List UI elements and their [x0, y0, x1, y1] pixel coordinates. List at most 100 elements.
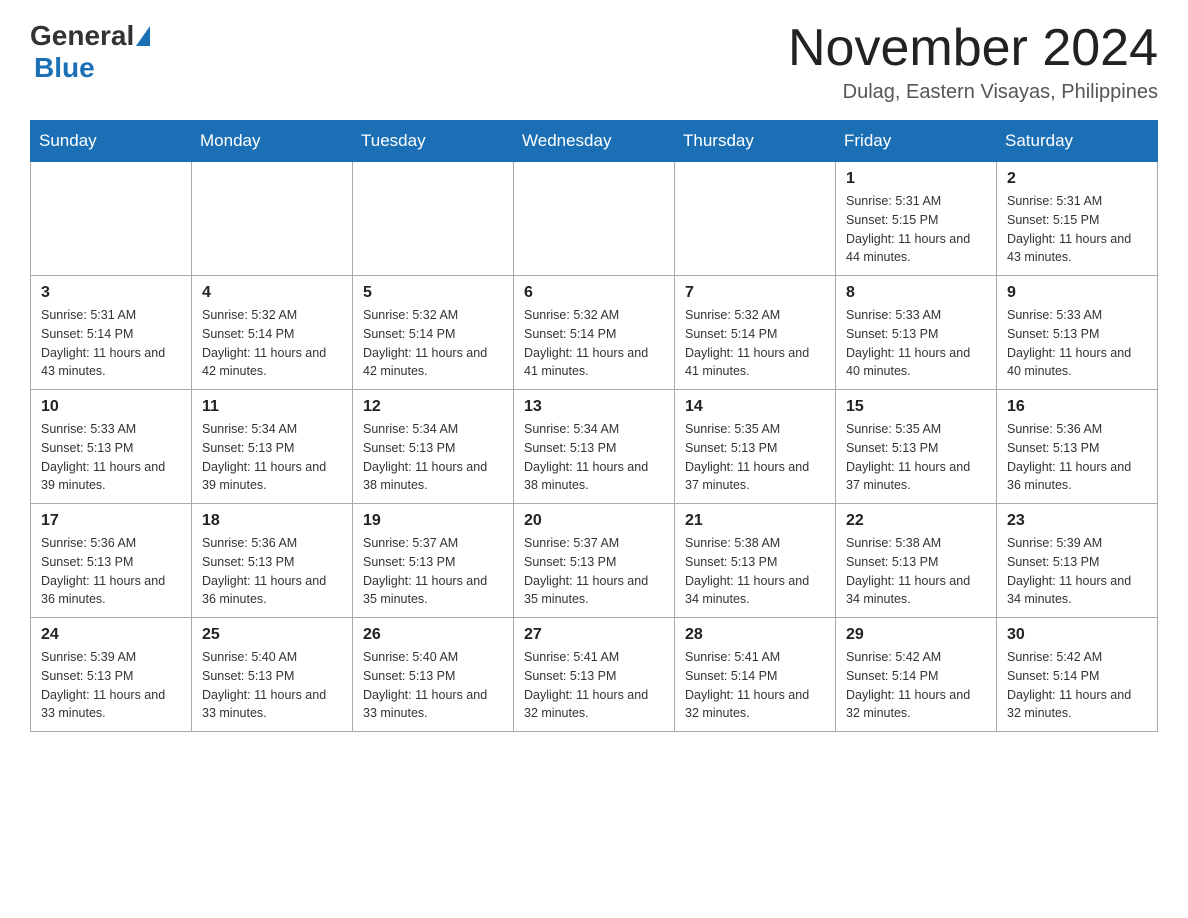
- day-number: 14: [685, 398, 825, 416]
- day-number: 4: [202, 284, 342, 302]
- day-info: Sunrise: 5:34 AM Sunset: 5:13 PM Dayligh…: [524, 420, 664, 495]
- column-header-sunday: Sunday: [31, 121, 192, 162]
- calendar-cell: [31, 162, 192, 276]
- day-number: 6: [524, 284, 664, 302]
- logo: General: [30, 20, 150, 52]
- day-info: Sunrise: 5:42 AM Sunset: 5:14 PM Dayligh…: [846, 648, 986, 723]
- calendar-cell: 9 Sunrise: 5:33 AM Sunset: 5:13 PM Daylig…: [997, 276, 1158, 390]
- calendar-cell: 1Sunrise: 5:31 AM Sunset: 5:15 PM Daylig…: [836, 162, 997, 276]
- calendar-cell: 24Sunrise: 5:39 AM Sunset: 5:13 PM Dayli…: [31, 618, 192, 732]
- calendar-week-row: 3Sunrise: 5:31 AM Sunset: 5:14 PM Daylig…: [31, 276, 1158, 390]
- day-info: Sunrise: 5:35 AM Sunset: 5:13 PM Dayligh…: [846, 420, 986, 495]
- calendar-cell: 11 Sunrise: 5:34 AM Sunset: 5:13 PM Dayli…: [192, 390, 353, 504]
- day-info: Sunrise: 5:40 AM Sunset: 5:13 PM Dayligh…: [202, 648, 342, 723]
- calendar-cell: [353, 162, 514, 276]
- day-info: Sunrise: 5:33 AM Sunset: 5:13 PM Dayligh…: [41, 420, 181, 495]
- calendar-table: SundayMondayTuesdayWednesdayThursdayFrid…: [30, 120, 1158, 732]
- day-info: Sunrise: 5:37 AM Sunset: 5:13 PM Dayligh…: [363, 534, 503, 609]
- day-number: 7: [685, 284, 825, 302]
- day-info: Sunrise: 5:41 AM Sunset: 5:14 PM Dayligh…: [685, 648, 825, 723]
- day-number: 5: [363, 284, 503, 302]
- column-header-saturday: Saturday: [997, 121, 1158, 162]
- day-info: Sunrise: 5:32 AM Sunset: 5:14 PM Dayligh…: [685, 306, 825, 381]
- day-number: 29: [846, 626, 986, 644]
- day-info: Sunrise: 5:40 AM Sunset: 5:13 PM Dayligh…: [363, 648, 503, 723]
- day-number: 19: [363, 512, 503, 530]
- day-info: Sunrise: 5:32 AM Sunset: 5:14 PM Dayligh…: [363, 306, 503, 381]
- calendar-cell: 15Sunrise: 5:35 AM Sunset: 5:13 PM Dayli…: [836, 390, 997, 504]
- day-info: Sunrise: 5:33 AM Sunset: 5:13 PM Dayligh…: [1007, 306, 1147, 381]
- calendar-cell: 8 Sunrise: 5:33 AM Sunset: 5:13 PM Daylig…: [836, 276, 997, 390]
- calendar-cell: 20 Sunrise: 5:37 AM Sunset: 5:13 PM Dayli…: [514, 504, 675, 618]
- calendar-cell: 16Sunrise: 5:36 AM Sunset: 5:13 PM Dayli…: [997, 390, 1158, 504]
- logo-triangle-icon: [136, 26, 150, 46]
- day-info: Sunrise: 5:33 AM Sunset: 5:13 PM Dayligh…: [846, 306, 986, 381]
- calendar-cell: 22 Sunrise: 5:38 AM Sunset: 5:13 PM Dayli…: [836, 504, 997, 618]
- calendar-cell: 7 Sunrise: 5:32 AM Sunset: 5:14 PM Daylig…: [675, 276, 836, 390]
- day-number: 26: [363, 626, 503, 644]
- day-info: Sunrise: 5:32 AM Sunset: 5:14 PM Dayligh…: [202, 306, 342, 381]
- day-number: 21: [685, 512, 825, 530]
- day-number: 9: [1007, 284, 1147, 302]
- calendar-cell: 25 Sunrise: 5:40 AM Sunset: 5:13 PM Dayli…: [192, 618, 353, 732]
- day-info: Sunrise: 5:39 AM Sunset: 5:13 PM Dayligh…: [1007, 534, 1147, 609]
- calendar-cell: 29 Sunrise: 5:42 AM Sunset: 5:14 PM Dayli…: [836, 618, 997, 732]
- calendar-cell: 26 Sunrise: 5:40 AM Sunset: 5:13 PM Dayli…: [353, 618, 514, 732]
- day-info: Sunrise: 5:38 AM Sunset: 5:13 PM Dayligh…: [685, 534, 825, 609]
- calendar-cell: 12Sunrise: 5:34 AM Sunset: 5:13 PM Dayli…: [353, 390, 514, 504]
- calendar-cell: 13 Sunrise: 5:34 AM Sunset: 5:13 PM Dayli…: [514, 390, 675, 504]
- calendar-cell: 6 Sunrise: 5:32 AM Sunset: 5:14 PM Daylig…: [514, 276, 675, 390]
- calendar-cell: 30Sunrise: 5:42 AM Sunset: 5:14 PM Dayli…: [997, 618, 1158, 732]
- calendar-cell: 19 Sunrise: 5:37 AM Sunset: 5:13 PM Dayli…: [353, 504, 514, 618]
- day-info: Sunrise: 5:32 AM Sunset: 5:14 PM Dayligh…: [524, 306, 664, 381]
- month-year-title: November 2024: [788, 20, 1158, 77]
- day-info: Sunrise: 5:42 AM Sunset: 5:14 PM Dayligh…: [1007, 648, 1147, 723]
- calendar-cell: 3Sunrise: 5:31 AM Sunset: 5:14 PM Daylig…: [31, 276, 192, 390]
- day-number: 22: [846, 512, 986, 530]
- calendar-cell: 2 Sunrise: 5:31 AM Sunset: 5:15 PM Daylig…: [997, 162, 1158, 276]
- column-header-friday: Friday: [836, 121, 997, 162]
- day-number: 13: [524, 398, 664, 416]
- day-info: Sunrise: 5:31 AM Sunset: 5:15 PM Dayligh…: [1007, 192, 1147, 267]
- day-info: Sunrise: 5:34 AM Sunset: 5:13 PM Dayligh…: [202, 420, 342, 495]
- day-info: Sunrise: 5:37 AM Sunset: 5:13 PM Dayligh…: [524, 534, 664, 609]
- day-number: 28: [685, 626, 825, 644]
- day-info: Sunrise: 5:38 AM Sunset: 5:13 PM Dayligh…: [846, 534, 986, 609]
- logo-general-text: General: [30, 20, 134, 52]
- day-info: Sunrise: 5:35 AM Sunset: 5:13 PM Dayligh…: [685, 420, 825, 495]
- calendar-week-row: 10 Sunrise: 5:33 AM Sunset: 5:13 PM Dayli…: [31, 390, 1158, 504]
- calendar-cell: 10 Sunrise: 5:33 AM Sunset: 5:13 PM Dayli…: [31, 390, 192, 504]
- column-header-wednesday: Wednesday: [514, 121, 675, 162]
- day-number: 17: [41, 512, 181, 530]
- calendar-cell: [514, 162, 675, 276]
- calendar-cell: 27 Sunrise: 5:41 AM Sunset: 5:13 PM Dayli…: [514, 618, 675, 732]
- logo-area: General Blue: [30, 20, 150, 84]
- day-number: 25: [202, 626, 342, 644]
- day-info: Sunrise: 5:41 AM Sunset: 5:13 PM Dayligh…: [524, 648, 664, 723]
- day-info: Sunrise: 5:39 AM Sunset: 5:13 PM Dayligh…: [41, 648, 181, 723]
- calendar-cell: 4 Sunrise: 5:32 AM Sunset: 5:14 PM Daylig…: [192, 276, 353, 390]
- calendar-cell: [675, 162, 836, 276]
- calendar-week-row: 17Sunrise: 5:36 AM Sunset: 5:13 PM Dayli…: [31, 504, 1158, 618]
- calendar-cell: 17Sunrise: 5:36 AM Sunset: 5:13 PM Dayli…: [31, 504, 192, 618]
- day-number: 23: [1007, 512, 1147, 530]
- day-info: Sunrise: 5:31 AM Sunset: 5:15 PM Dayligh…: [846, 192, 986, 267]
- day-number: 8: [846, 284, 986, 302]
- day-number: 12: [363, 398, 503, 416]
- calendar-week-row: 24Sunrise: 5:39 AM Sunset: 5:13 PM Dayli…: [31, 618, 1158, 732]
- calendar-cell: 18Sunrise: 5:36 AM Sunset: 5:13 PM Dayli…: [192, 504, 353, 618]
- day-number: 2: [1007, 170, 1147, 188]
- calendar-cell: 14 Sunrise: 5:35 AM Sunset: 5:13 PM Dayli…: [675, 390, 836, 504]
- calendar-cell: [192, 162, 353, 276]
- calendar-header-row: SundayMondayTuesdayWednesdayThursdayFrid…: [31, 121, 1158, 162]
- day-number: 27: [524, 626, 664, 644]
- day-number: 11: [202, 398, 342, 416]
- column-header-tuesday: Tuesday: [353, 121, 514, 162]
- logo-blue-text: Blue: [34, 52, 95, 83]
- page-header: General Blue November 2024 Dulag, Easter…: [30, 20, 1158, 104]
- column-header-thursday: Thursday: [675, 121, 836, 162]
- location-text: Dulag, Eastern Visayas, Philippines: [788, 81, 1158, 104]
- day-number: 20: [524, 512, 664, 530]
- calendar-week-row: 1Sunrise: 5:31 AM Sunset: 5:15 PM Daylig…: [31, 162, 1158, 276]
- day-number: 10: [41, 398, 181, 416]
